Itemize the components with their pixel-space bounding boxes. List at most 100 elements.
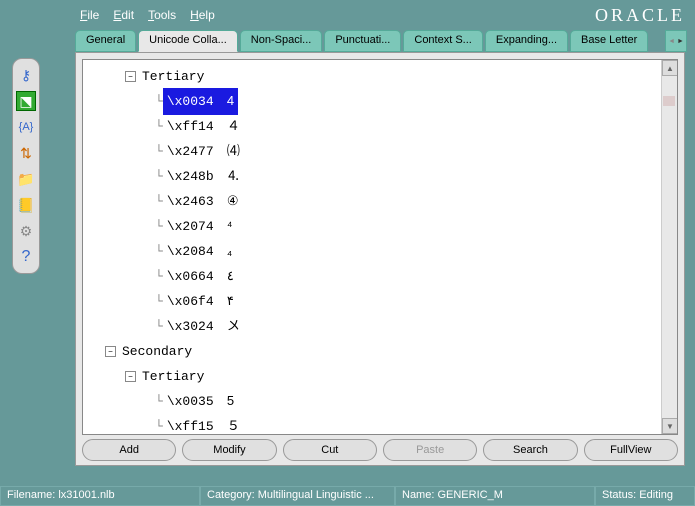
expander-icon[interactable]: − xyxy=(125,371,136,382)
tree-item-label: \xff14４ xyxy=(163,113,244,140)
tab-punctuation[interactable]: Punctuati... xyxy=(324,30,401,52)
tree-area: −Tertiary└\x00344└\xff14４└\x2477⑷└\x248b… xyxy=(82,59,678,435)
tree-group-label: Tertiary xyxy=(138,64,208,90)
status-bar: Filename: lx31001.nlb Category: Multilin… xyxy=(0,486,695,506)
tool-help-icon[interactable]: ? xyxy=(16,247,36,267)
tab-base-letter[interactable]: Base Letter xyxy=(570,30,648,52)
glyph: ٤ xyxy=(217,268,234,283)
tree-group[interactable]: −Tertiary xyxy=(103,364,661,389)
codepoint: \xff14 xyxy=(167,115,217,139)
tree-branch-icon: └ xyxy=(155,290,163,314)
tree-item[interactable]: └\x00344 xyxy=(103,89,661,114)
tree-branch-icon: └ xyxy=(155,240,163,264)
glyph: ۴ xyxy=(217,293,234,308)
tree-branch-icon: └ xyxy=(155,215,163,239)
tree-item-label: \x2477⑷ xyxy=(163,138,244,165)
tree-item-label: \x3024〤 xyxy=(163,313,244,340)
glyph: ⑷ xyxy=(217,143,240,158)
modify-button[interactable]: Modify xyxy=(182,439,276,461)
status-filename: Filename: lx31001.nlb xyxy=(0,486,200,506)
tool-folder-icon[interactable]: 📁 xyxy=(16,169,36,189)
glyph: 4 xyxy=(217,93,234,108)
paste-button: Paste xyxy=(383,439,477,461)
tree-item[interactable]: └\xff14４ xyxy=(103,114,661,139)
button-bar: Add Modify Cut Paste Search FullView xyxy=(82,439,678,461)
tree-group-label: Tertiary xyxy=(138,364,208,390)
tree-branch-icon: └ xyxy=(155,115,163,139)
menu-file[interactable]: File xyxy=(80,8,99,22)
tree-item[interactable]: └\x3024〤 xyxy=(103,314,661,339)
tree-item-label: \x06f4۴ xyxy=(163,288,238,315)
tool-key-icon[interactable]: ⚷ xyxy=(16,65,36,85)
tree-branch-icon: └ xyxy=(155,140,163,164)
tree-branch-icon: └ xyxy=(155,265,163,289)
tree-group[interactable]: −Tertiary xyxy=(103,64,661,89)
tree-item[interactable]: └\x2084₄ xyxy=(103,239,661,264)
tree-item-label: \x2084₄ xyxy=(163,238,236,265)
top-bar: File Edit Tools Help ORACLE xyxy=(0,0,695,30)
tree-item[interactable]: └\x00355 xyxy=(103,389,661,414)
expander-icon[interactable]: − xyxy=(105,346,116,357)
tree-item-label: \x2074⁴ xyxy=(163,213,237,240)
tab-general[interactable]: General xyxy=(75,30,136,52)
glyph: ₄ xyxy=(217,243,232,258)
codepoint: \x06f4 xyxy=(167,290,217,314)
tree-branch-icon: └ xyxy=(155,315,163,339)
codepoint: \x2074 xyxy=(167,215,217,239)
codepoint: \x3024 xyxy=(167,315,217,339)
tree-item[interactable]: └\x2463④ xyxy=(103,189,661,214)
tree-item-label: \xff15５ xyxy=(163,413,244,434)
tool-connector-icon[interactable]: ⇅ xyxy=(16,143,36,163)
tab-scroll-buttons[interactable] xyxy=(665,30,687,52)
main-panel: −Tertiary└\x00344└\xff14４└\x2477⑷└\x248b… xyxy=(75,52,685,466)
tool-gear-icon[interactable]: ⚙ xyxy=(16,221,36,241)
status-category: Category: Multilingual Linguistic ... xyxy=(200,486,395,506)
codepoint: \x2477 xyxy=(167,140,217,164)
scroll-marker-icon xyxy=(663,96,675,106)
tab-context-s[interactable]: Context S... xyxy=(403,30,482,52)
scroll-down-icon[interactable] xyxy=(662,418,678,434)
tab-unicode-collation[interactable]: Unicode Colla... xyxy=(138,30,238,52)
tab-expanding[interactable]: Expanding... xyxy=(485,30,568,52)
tree-item-label: \x00355 xyxy=(163,388,238,415)
scroll-up-icon[interactable] xyxy=(662,60,678,76)
glyph: ４ xyxy=(217,118,240,133)
tree-branch-icon: └ xyxy=(155,415,163,435)
menu-edit[interactable]: Edit xyxy=(113,8,134,22)
tree-item-label: \x0664٤ xyxy=(163,263,238,290)
tool-note-icon[interactable]: 📒 xyxy=(16,195,36,215)
tree-item[interactable]: └\x06f4۴ xyxy=(103,289,661,314)
glyph: ④ xyxy=(217,193,239,208)
vertical-scrollbar[interactable] xyxy=(661,60,677,434)
glyph: ⒋ xyxy=(217,168,240,183)
add-button[interactable]: Add xyxy=(82,439,176,461)
status-editing: Status: Editing xyxy=(595,486,695,506)
codepoint: \x2084 xyxy=(167,240,217,264)
side-toolbar: ⚷ ⬔ {A} ⇅ 📁 📒 ⚙ ? xyxy=(12,58,40,274)
tree-branch-icon: └ xyxy=(155,390,163,414)
tree-item[interactable]: └\x248b⒋ xyxy=(103,164,661,189)
tab-non-spacing[interactable]: Non-Spaci... xyxy=(240,30,323,52)
cut-button[interactable]: Cut xyxy=(283,439,377,461)
tree-group-label: Secondary xyxy=(118,339,196,365)
expander-icon[interactable]: − xyxy=(125,71,136,82)
tool-braces-icon[interactable]: {A} xyxy=(16,117,36,137)
tree-item[interactable]: └\x0664٤ xyxy=(103,264,661,289)
codepoint: \x2463 xyxy=(167,190,217,214)
status-name: Name: GENERIC_M xyxy=(395,486,595,506)
fullview-button[interactable]: FullView xyxy=(584,439,678,461)
menu-tools[interactable]: Tools xyxy=(148,8,176,22)
menu-bar: File Edit Tools Help xyxy=(80,8,215,22)
codepoint: \x0034 xyxy=(167,90,217,114)
tree-item[interactable]: └\x2074⁴ xyxy=(103,214,661,239)
tool-map-icon[interactable]: ⬔ xyxy=(16,91,36,111)
tree-branch-icon: └ xyxy=(155,190,163,214)
menu-help[interactable]: Help xyxy=(190,8,215,22)
tree-content[interactable]: −Tertiary└\x00344└\xff14４└\x2477⑷└\x248b… xyxy=(83,60,661,434)
tree-item[interactable]: └\x2477⑷ xyxy=(103,139,661,164)
tree-item-label: \x00344 xyxy=(163,88,238,115)
codepoint: \x0664 xyxy=(167,265,217,289)
search-button[interactable]: Search xyxy=(483,439,577,461)
tree-group[interactable]: −Secondary xyxy=(103,339,661,364)
tree-item[interactable]: └\xff15５ xyxy=(103,414,661,434)
